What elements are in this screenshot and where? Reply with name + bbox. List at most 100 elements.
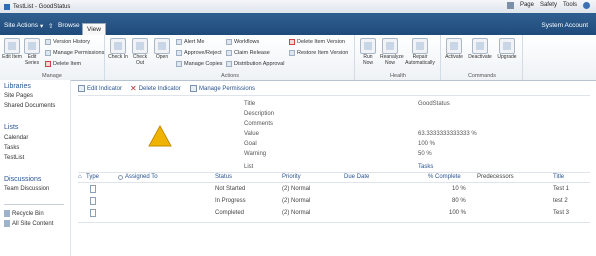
delete-item-button[interactable]: Delete Item <box>45 60 81 68</box>
edit-series-button[interactable]: Edit Series <box>22 38 42 66</box>
workflows-icon <box>226 39 232 45</box>
site-actions-menu[interactable]: Site Actions <box>4 22 38 29</box>
restore-item-version-button[interactable]: Restore Item Version <box>289 49 348 57</box>
delete-indicator-icon: ✕ <box>130 84 137 93</box>
ribbon-group-manage: Edit Item Edit Series Version History Ma… <box>0 35 105 80</box>
nav-item-team-discussion[interactable]: Team Discussion <box>4 186 49 192</box>
row-title[interactable]: Test 3 <box>553 210 569 216</box>
delete-icon <box>45 61 51 67</box>
ribbon-tab-bar: Site Actions ▾ ⇧ Browse View System Acco… <box>0 13 596 36</box>
tab-browse[interactable]: Browse <box>58 22 80 29</box>
row-priority: (2) Normal <box>282 186 311 192</box>
column-attach-icon[interactable]: ⌂ <box>78 174 82 180</box>
row-title[interactable]: test 2 <box>553 198 568 204</box>
column-header-due-date[interactable]: Due Date <box>344 174 369 180</box>
deactivate-gear-icon <box>472 38 488 54</box>
property-value-list-link[interactable]: Tasks <box>418 164 433 170</box>
page-menu[interactable]: Page <box>520 2 534 9</box>
row-percent-complete: 80 % <box>452 198 466 204</box>
nav-divider <box>4 204 64 205</box>
ribbon-group-health: Run Now Reanalyze Now Repair Automatical… <box>356 35 441 80</box>
table-row[interactable]: In Progress (2) Normal 80 % test 2 <box>78 197 590 207</box>
nav-item-tasks[interactable]: Tasks <box>4 145 19 151</box>
manage-permissions-link[interactable]: Manage Permissions <box>190 85 255 92</box>
safety-menu[interactable]: Safety <box>540 2 557 9</box>
main-content: Edit Indicator ✕ Delete Indicator Manage… <box>72 80 596 256</box>
ribbon-group-commands: Activate Deactivate Upgrade Commands <box>442 35 523 80</box>
repair-automatically-button[interactable]: Repair Automatically <box>404 38 436 66</box>
open-button[interactable]: Open <box>152 38 172 61</box>
help-icon[interactable] <box>583 2 590 9</box>
left-navigation: Libraries Site Pages Shared Documents Li… <box>0 80 71 256</box>
restore-icon <box>289 50 295 56</box>
copies-icon <box>176 61 182 67</box>
check-in-button[interactable]: Check In <box>108 38 128 61</box>
table-bottom-divider <box>78 222 590 223</box>
column-header-title[interactable]: Title <box>553 174 564 180</box>
upgrade-button[interactable]: Upgrade <box>494 38 520 61</box>
home-icon[interactable] <box>506 2 514 9</box>
row-status: Completed <box>215 210 245 216</box>
ribbon-group-label: Commands <box>467 73 497 79</box>
manage-copies-button[interactable]: Manage Copies <box>176 60 223 68</box>
browser-tab[interactable]: TestList - GoodStatus <box>4 2 70 11</box>
document-icon <box>90 209 96 217</box>
property-label-list: List <box>244 164 254 170</box>
nav-heading-lists[interactable]: Lists <box>4 124 18 131</box>
ribbon-group-label: Health <box>390 73 406 79</box>
nav-item-shared-documents[interactable]: Shared Documents <box>4 103 55 109</box>
nav-item-recycle-bin[interactable]: Recycle Bin <box>4 210 44 217</box>
activate-button[interactable]: Activate <box>442 38 466 61</box>
column-header-status[interactable]: Status <box>215 174 232 180</box>
column-header-percent-complete[interactable]: % Complete <box>428 174 461 180</box>
alert-me-button[interactable]: Alert Me <box>176 38 204 46</box>
table-row[interactable]: Completed (2) Normal 100 % Test 3 <box>78 209 590 219</box>
property-label-goal: Goal <box>244 141 257 147</box>
recycle-bin-icon <box>4 210 10 217</box>
nav-item-site-pages[interactable]: Site Pages <box>4 93 33 99</box>
nav-heading-discussions[interactable]: Discussions <box>4 176 41 183</box>
check-out-button[interactable]: Check Out <box>130 38 150 66</box>
edit-item-button[interactable]: Edit Item <box>2 38 22 61</box>
property-value-title: GoodStatus <box>418 101 450 107</box>
deactivate-button[interactable]: Deactivate <box>466 38 494 61</box>
delete-version-icon <box>289 39 295 45</box>
distribution-approval-button[interactable]: Distribution Approval <box>226 60 284 68</box>
run-now-button[interactable]: Run Now <box>358 38 378 66</box>
nav-item-all-site-content[interactable]: All Site Content <box>4 220 53 227</box>
approve-reject-button[interactable]: Approve/Reject <box>176 49 222 57</box>
delete-item-version-button[interactable]: Delete Item Version <box>289 38 345 46</box>
edit-indicator-link[interactable]: Edit Indicator <box>78 85 122 92</box>
manage-permissions-button[interactable]: Manage Permissions <box>45 49 104 57</box>
edit-item-icon <box>4 38 20 54</box>
check-out-icon <box>132 38 148 54</box>
column-header-assigned-to[interactable]: Assigned To <box>118 174 158 180</box>
nav-item-testlist[interactable]: TestList <box>4 155 24 161</box>
property-label-warning: Warning <box>244 151 267 157</box>
row-priority: (2) Normal <box>282 210 311 216</box>
repair-icon <box>412 38 428 54</box>
claim-release-button[interactable]: Claim Release <box>226 49 270 57</box>
workflows-button[interactable]: Workflows <box>226 38 259 46</box>
toolbar-divider <box>78 95 590 96</box>
row-title[interactable]: Test 1 <box>553 186 569 192</box>
delete-indicator-link[interactable]: ✕ Delete Indicator <box>130 84 181 93</box>
nav-item-calendar[interactable]: Calendar <box>4 135 28 141</box>
check-in-icon <box>110 38 126 54</box>
browser-tools: Page Safety Tools <box>506 2 590 9</box>
reanalyze-now-button[interactable]: Reanalyze Now <box>380 38 404 66</box>
version-history-icon <box>45 39 51 45</box>
nav-heading-libraries[interactable]: Libraries <box>4 83 31 90</box>
navigate-up-icon[interactable]: ⇧ <box>48 22 53 30</box>
column-header-priority[interactable]: Priority <box>282 174 301 180</box>
column-header-predecessors[interactable]: Predecessors <box>477 174 514 180</box>
table-row[interactable]: Not Started (2) Normal 10 % Test 1 <box>78 185 590 195</box>
column-header-type[interactable]: Type <box>86 174 99 180</box>
ribbon-group-label: Manage <box>42 73 62 79</box>
tools-menu[interactable]: Tools <box>563 2 577 9</box>
user-menu[interactable]: System Account <box>541 22 588 29</box>
claim-release-icon <box>226 50 232 56</box>
site-actions-chevron-icon[interactable]: ▾ <box>40 22 43 30</box>
version-history-button[interactable]: Version History <box>45 38 90 46</box>
presence-icon <box>118 174 123 180</box>
